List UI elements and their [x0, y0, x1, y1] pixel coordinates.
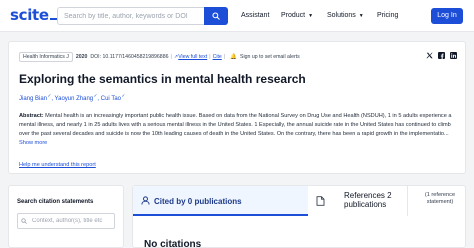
tab-references-line1: References 2: [344, 191, 392, 200]
verified-icon: ✓: [93, 93, 98, 98]
top-navigation-bar: scite Assistant Product▼ Solutions▼ Pric…: [0, 0, 474, 32]
paper-card: Health Informatics J 2020 DOI: 10.1177/1…: [8, 41, 466, 174]
author-link[interactable]: Jiang Bian✓: [19, 93, 52, 102]
citations-panel: Cited by 0 publications References 2 pub…: [132, 185, 466, 248]
chevron-down-icon: ▼: [308, 13, 314, 19]
search-input[interactable]: [58, 8, 202, 24]
nav-solutions-label: Solutions: [327, 12, 356, 19]
search-icon: [212, 12, 220, 20]
facebook-icon[interactable]: [438, 52, 445, 61]
search-box: [57, 7, 228, 25]
tab-references-line2: publications: [344, 200, 387, 209]
paper-meta: Health Informatics J 2020 DOI: 10.1177/1…: [19, 52, 300, 62]
show-more-link[interactable]: Show more: [19, 140, 47, 146]
twitter-icon[interactable]: [426, 52, 433, 61]
abstract: Abstract: Mental health is an increasing…: [19, 112, 460, 148]
author-name: Yaoyun Zhang: [54, 96, 94, 102]
paper-title: Exploring the semantics in mental health…: [19, 72, 306, 86]
nav-assistant-label: Assistant: [241, 12, 270, 19]
email-alert-link[interactable]: Sign up to set email alerts: [240, 54, 300, 60]
tab-reference-statements[interactable]: (1 reference statement): [408, 186, 467, 216]
tab-references-label: References 2 publications: [344, 191, 404, 209]
nav-product-label: Product: [281, 12, 306, 19]
verified-icon: ✓: [121, 93, 126, 98]
bell-icon: 🔔: [230, 54, 238, 60]
statement-line1: (1 reference: [424, 192, 456, 198]
scite-logo[interactable]: scite: [10, 6, 57, 24]
logo-underscore: [49, 18, 57, 20]
abstract-label: Abstract:: [19, 113, 44, 119]
linkedin-icon[interactable]: [450, 52, 457, 61]
author-link[interactable]: Yaoyun Zhang✓: [54, 93, 98, 102]
login-button[interactable]: Log In: [431, 8, 463, 24]
verified-icon: ✓: [47, 93, 52, 98]
tab-cited-by[interactable]: Cited by 0 publications: [133, 186, 308, 216]
view-full-text-link[interactable]: View full text: [178, 54, 207, 60]
abstract-text: Mental health is an increasingly importa…: [19, 113, 452, 137]
search-icon: [21, 218, 27, 224]
document-icon: [316, 196, 325, 206]
tab-cited-by-label: Cited by 0 publications: [154, 197, 242, 206]
author-name: Cui Tao: [100, 96, 122, 102]
nav-pricing-label: Pricing: [377, 12, 399, 19]
nav-assistant[interactable]: Assistant: [241, 12, 269, 19]
divider: |: [170, 54, 172, 60]
journal-badge[interactable]: Health Informatics J: [19, 52, 73, 62]
user-icon: [141, 196, 150, 205]
divider: |: [209, 54, 211, 60]
citation-search-panel: Search citation statements: [8, 185, 124, 248]
share-links: [426, 52, 457, 61]
chevron-down-icon: ▼: [358, 13, 364, 19]
doi-text: DOI: 10.1177/1460458219896886: [90, 54, 169, 60]
citation-search-title: Search citation statements: [17, 199, 94, 205]
nav-pricing[interactable]: Pricing: [377, 12, 398, 19]
logo-text: scite: [10, 6, 49, 24]
author-list: Jiang Bian✓, Yaoyun Zhang✓, Cui Tao✓: [19, 93, 126, 102]
author-name: Jiang Bian: [19, 96, 48, 102]
citation-search-input[interactable]: [17, 213, 115, 229]
no-citations-message: No citations: [144, 239, 202, 248]
author-link[interactable]: Cui Tao✓: [100, 93, 126, 102]
divider: |: [223, 54, 226, 60]
help-understand-link[interactable]: Help me understand this report: [19, 162, 96, 168]
nav-solutions[interactable]: Solutions ▼: [327, 12, 364, 19]
cite-link[interactable]: Cite: [213, 54, 222, 60]
search-button[interactable]: [204, 7, 228, 25]
tab-references[interactable]: References 2 publications: [308, 186, 408, 216]
statement-line2: statement): [426, 199, 454, 205]
nav-product[interactable]: Product ▼: [281, 12, 313, 19]
publication-year: 2020: [75, 54, 88, 60]
reference-statement-count: (1 reference statement): [416, 192, 464, 206]
